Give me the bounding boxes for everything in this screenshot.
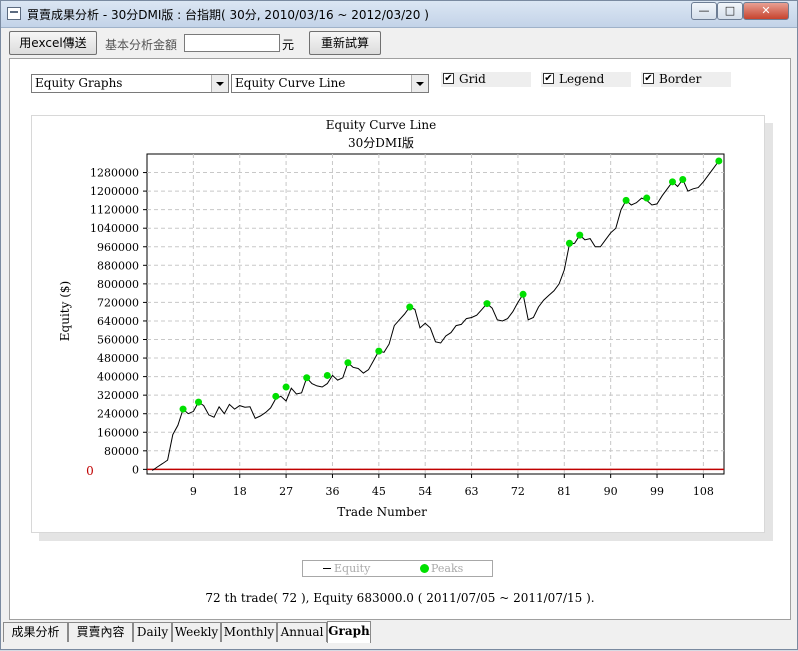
window-title: 買賣成果分析 - 30分DMI版 : 台指期( 30分, 2010/03/16 … bbox=[27, 8, 429, 22]
check-icon[interactable]: ✔ bbox=[543, 73, 554, 84]
currency-unit-label: 元 bbox=[282, 38, 295, 52]
chevron-down-icon[interactable] bbox=[211, 75, 228, 92]
tab-trade-details[interactable]: 買賣內容 bbox=[68, 622, 133, 642]
graph-style-value: Equity Curve Line bbox=[235, 76, 346, 90]
graph-style-select[interactable]: Equity Curve Line bbox=[231, 74, 429, 93]
graph-type-select[interactable]: Equity Graphs bbox=[31, 74, 229, 93]
toolbar: 用excel傳送 基本分析金額 元 重新試算 bbox=[1, 28, 797, 58]
grid-checkbox[interactable]: ✔ Grid bbox=[441, 72, 531, 87]
tab-monthly[interactable]: Monthly bbox=[221, 622, 277, 642]
equity-legend-label: Equity bbox=[334, 562, 371, 575]
legend-checkbox[interactable]: ✔ Legend bbox=[541, 72, 631, 87]
chart-container bbox=[31, 115, 765, 533]
recalculate-button[interactable]: 重新試算 bbox=[309, 31, 381, 55]
border-checkbox[interactable]: ✔ Border bbox=[641, 72, 731, 87]
equity-legend-swatch bbox=[323, 568, 331, 569]
chevron-down-icon[interactable] bbox=[411, 75, 428, 92]
close-button[interactable]: ✕ bbox=[743, 2, 789, 20]
status-line: 72 th trade( 72 ), Equity 683000.0 ( 201… bbox=[205, 591, 595, 605]
excel-export-button[interactable]: 用excel傳送 bbox=[9, 31, 97, 55]
grid-checkbox-label: Grid bbox=[459, 72, 486, 86]
graph-type-value: Equity Graphs bbox=[35, 76, 123, 90]
tab-analysis[interactable]: 成果分析 bbox=[3, 622, 68, 642]
tab-daily[interactable]: Daily bbox=[133, 622, 172, 642]
legend-checkbox-label: Legend bbox=[559, 72, 605, 86]
base-amount-input[interactable] bbox=[184, 34, 280, 52]
peaks-legend-swatch bbox=[420, 564, 429, 573]
chart-legend: Equity Peaks bbox=[302, 560, 493, 577]
maximize-button[interactable]: □ bbox=[717, 2, 743, 20]
check-icon[interactable]: ✔ bbox=[643, 73, 654, 84]
tab-annual[interactable]: Annual bbox=[277, 622, 327, 642]
base-amount-label: 基本分析金額 bbox=[105, 38, 178, 52]
title-bar: 買賣成果分析 - 30分DMI版 : 台指期( 30分, 2010/03/16 … bbox=[1, 1, 797, 28]
app-window: 買賣成果分析 - 30分DMI版 : 台指期( 30分, 2010/03/16 … bbox=[0, 0, 798, 650]
border-checkbox-label: Border bbox=[659, 72, 702, 86]
peaks-legend-label: Peaks bbox=[431, 562, 464, 575]
tab-weekly[interactable]: Weekly bbox=[172, 622, 221, 642]
minimize-button[interactable]: — bbox=[691, 2, 717, 20]
app-icon bbox=[7, 7, 21, 20]
tab-graph[interactable]: Graph bbox=[327, 621, 371, 643]
check-icon[interactable]: ✔ bbox=[443, 73, 454, 84]
